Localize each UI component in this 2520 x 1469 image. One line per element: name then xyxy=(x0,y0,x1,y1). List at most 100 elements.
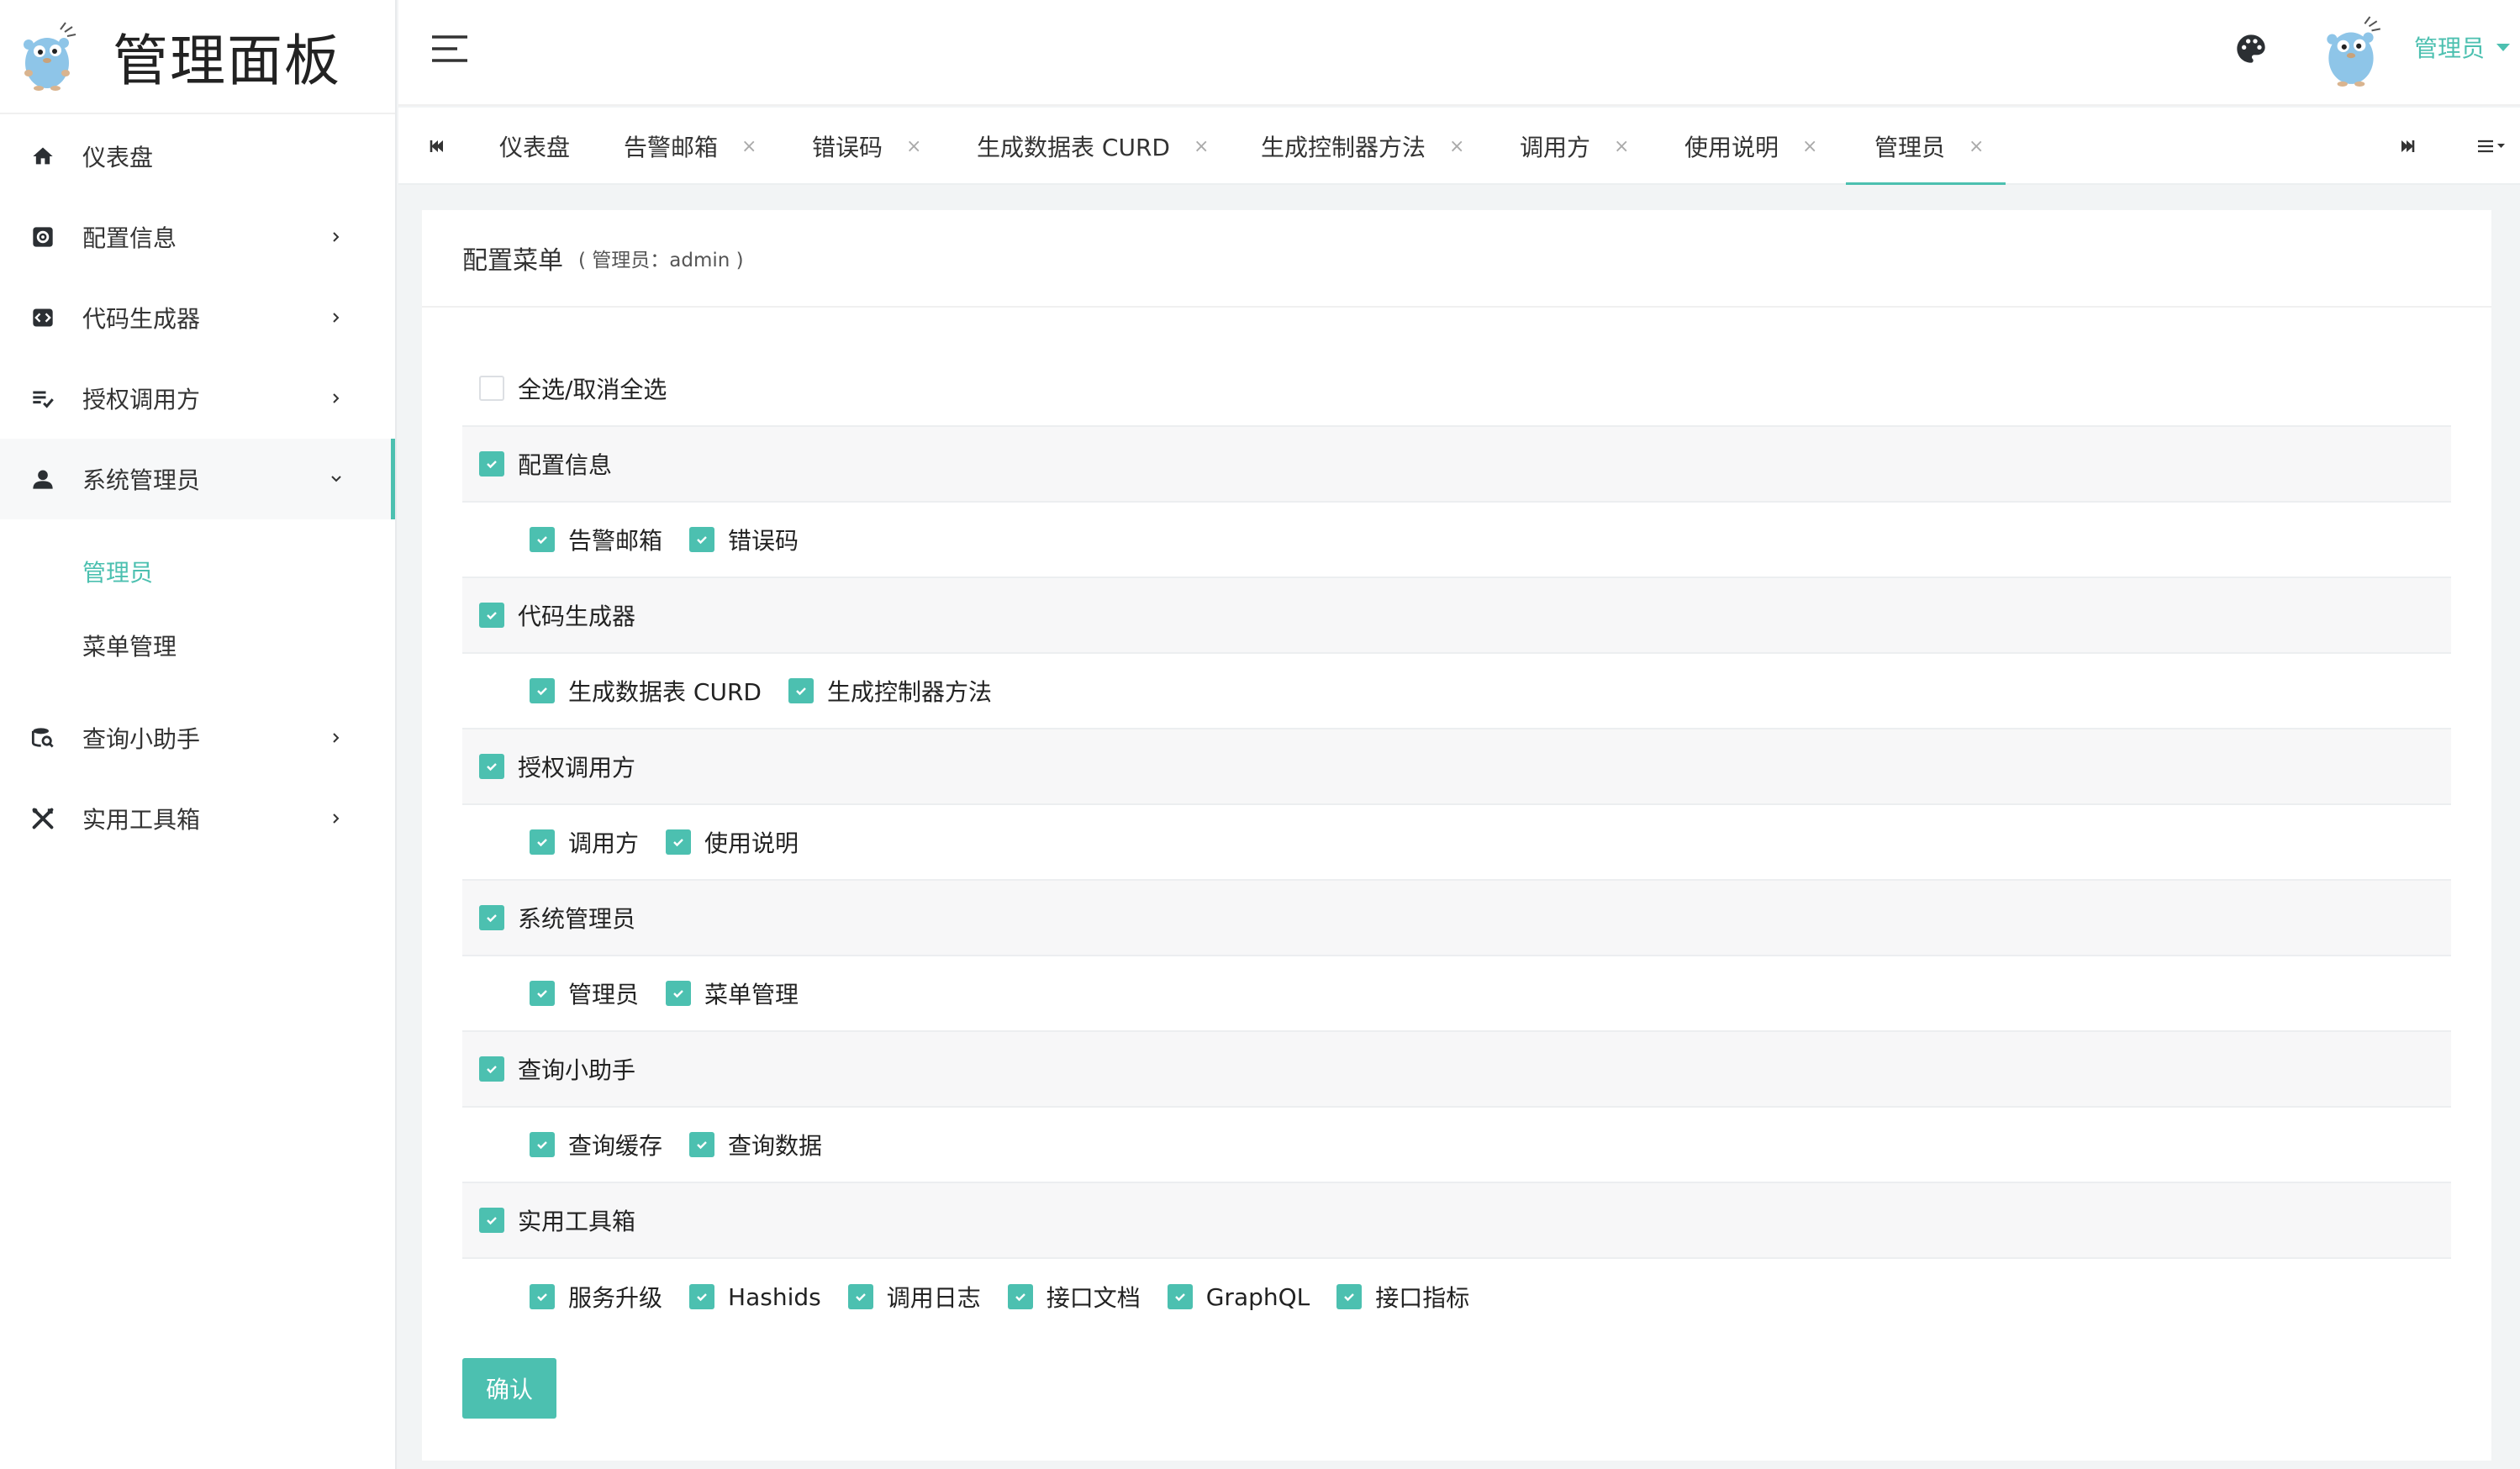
item-checkbox[interactable] xyxy=(689,1284,715,1309)
tree-children-row: 管理员 菜单管理 xyxy=(462,956,2451,1032)
tree-group-row: 代码生成器 xyxy=(462,578,2451,654)
item-checkbox[interactable] xyxy=(530,829,555,855)
tab-close-icon[interactable]: × xyxy=(1802,136,1817,157)
item-checkbox[interactable] xyxy=(847,1284,873,1309)
item-checkbox[interactable] xyxy=(530,1284,555,1309)
checkbox-label: 告警邮箱 xyxy=(568,527,663,555)
check-icon xyxy=(1015,1293,1025,1302)
sidebar-item-label: 系统管理员 xyxy=(82,466,201,494)
check-icon xyxy=(1344,1293,1355,1302)
sidebar-menu: 仪表盘 配置信息 代码生成器 授权调用方 系统管理员 管理员 菜单管理 查询小助… xyxy=(0,116,395,859)
checkbox-label: 实用工具箱 xyxy=(518,1208,636,1235)
sidebar-item-codegen[interactable]: 代码生成器 xyxy=(0,277,395,358)
card-title: 配置菜单 xyxy=(462,246,563,276)
tab-gen-controller[interactable]: 生成控制器方法 × xyxy=(1261,108,1464,185)
checkbox-label: Hashids xyxy=(728,1282,821,1311)
chevron-right-icon xyxy=(333,813,340,824)
tab-label: 调用方 xyxy=(1520,134,1591,161)
sidebar-item-label: 仪表盘 xyxy=(82,144,154,171)
user-menu[interactable]: 管理员 xyxy=(2414,30,2511,64)
group-checkbox[interactable] xyxy=(479,754,504,779)
tab-gen-table-curd[interactable]: 生成数据表 CURD × xyxy=(977,108,1209,185)
item-checkbox[interactable] xyxy=(530,678,555,703)
sidebar-subitem-menu-management[interactable]: 菜单管理 xyxy=(0,608,395,682)
check-icon xyxy=(697,1141,707,1150)
user-icon xyxy=(29,465,57,493)
sidebar-item-query-helper[interactable]: 查询小助手 xyxy=(0,698,395,778)
group-checkbox[interactable] xyxy=(479,1208,504,1233)
checkbox-label: 菜单管理 xyxy=(704,981,799,1008)
chevron-right-icon xyxy=(333,313,340,323)
item-checkbox[interactable] xyxy=(666,981,692,1006)
sidebar-item-auth-callers[interactable]: 授权调用方 xyxy=(0,358,395,439)
tab-close-icon[interactable]: × xyxy=(741,136,757,157)
code-icon xyxy=(29,303,57,332)
tab-label: 管理员 xyxy=(1874,134,1946,161)
tab-usage[interactable]: 使用说明 × xyxy=(1684,108,1817,185)
group-checkbox[interactable] xyxy=(479,1056,504,1082)
tab-label: 告警邮箱 xyxy=(624,134,719,161)
item-checkbox[interactable] xyxy=(666,829,692,855)
group-checkbox[interactable] xyxy=(479,905,504,930)
check-icon xyxy=(487,763,497,771)
tab-dashboard[interactable]: 仪表盘 xyxy=(499,108,570,185)
check-icon xyxy=(697,536,707,545)
item-checkbox[interactable] xyxy=(530,1132,555,1157)
checkbox-label: 调用日志 xyxy=(886,1284,981,1312)
check-icon xyxy=(537,839,547,847)
palette-icon[interactable] xyxy=(2234,32,2268,66)
tab-label: 生成控制器方法 xyxy=(1261,134,1426,161)
item-checkbox[interactable] xyxy=(788,678,814,703)
item-checkbox[interactable] xyxy=(1007,1284,1033,1309)
item-checkbox[interactable] xyxy=(530,981,555,1006)
tab-close-icon[interactable]: × xyxy=(1969,136,1984,157)
sidebar-item-toolbox[interactable]: 实用工具箱 xyxy=(0,778,395,859)
sidebar-item-config[interactable]: 配置信息 xyxy=(0,197,395,277)
select-all-checkbox[interactable] xyxy=(479,376,504,401)
tab-alert-email[interactable]: 告警邮箱 × xyxy=(624,108,757,185)
avatar[interactable] xyxy=(2320,15,2384,87)
checkbox-label: 使用说明 xyxy=(704,829,799,857)
sidebar-item-label: 实用工具箱 xyxy=(82,806,201,834)
sidebar-subitem-admins[interactable]: 管理员 xyxy=(0,534,395,608)
check-icon xyxy=(855,1293,866,1302)
sidebar-item-label: 配置信息 xyxy=(82,224,177,252)
tab-admins[interactable]: 管理员 × xyxy=(1845,108,2006,185)
item-checkbox[interactable] xyxy=(1167,1284,1193,1309)
confirm-button[interactable]: 确认 xyxy=(462,1358,556,1419)
checkbox-label: 生成数据表 CURD xyxy=(568,678,762,706)
tab-error-code[interactable]: 错误码 × xyxy=(812,108,921,185)
tab-close-icon[interactable]: × xyxy=(1449,136,1464,157)
tab-close-icon[interactable]: × xyxy=(906,136,921,157)
brand[interactable]: 管理面板 xyxy=(0,0,395,114)
sidebar-item-system-admin[interactable]: 系统管理员 xyxy=(0,439,395,519)
check-icon xyxy=(1174,1293,1185,1302)
checkbox-label: 查询数据 xyxy=(728,1132,823,1160)
tab-close-icon[interactable]: × xyxy=(1614,136,1629,157)
item-checkbox[interactable] xyxy=(689,1132,715,1157)
tab-options-icon[interactable] xyxy=(2466,108,2517,185)
submenu-spacer xyxy=(0,519,395,534)
item-checkbox[interactable] xyxy=(530,527,555,552)
tab-callers[interactable]: 调用方 × xyxy=(1520,108,1629,185)
tab-scroll-last-icon[interactable] xyxy=(2391,108,2424,185)
group-checkbox[interactable] xyxy=(479,603,504,628)
tab-label: 错误码 xyxy=(812,134,883,161)
config-menu-card: 配置菜单 ( 管理员：admin ) 全选/取消全选 配置信息 告警邮箱 错误码… xyxy=(422,210,2491,1461)
sidebar-item-dashboard[interactable]: 仪表盘 xyxy=(0,116,395,197)
check-icon xyxy=(487,1066,497,1074)
checkbox-label: 生成控制器方法 xyxy=(826,678,992,706)
tree-group-row: 授权调用方 xyxy=(462,729,2451,805)
item-checkbox[interactable] xyxy=(1336,1284,1363,1309)
menu-toggle-icon[interactable] xyxy=(430,34,469,64)
check-icon xyxy=(487,1217,497,1225)
tree-children-row: 生成数据表 CURD 生成控制器方法 xyxy=(462,654,2451,729)
caret-down-icon xyxy=(2496,43,2511,51)
check-icon xyxy=(487,914,497,923)
tree-children-row: 调用方 使用说明 xyxy=(462,805,2451,881)
tab-scroll-first-icon[interactable] xyxy=(420,108,454,185)
group-checkbox[interactable] xyxy=(479,451,504,477)
item-checkbox[interactable] xyxy=(689,527,715,552)
tab-close-icon[interactable]: × xyxy=(1194,136,1209,157)
tree-children-row: 查询缓存 查询数据 xyxy=(462,1108,2451,1183)
